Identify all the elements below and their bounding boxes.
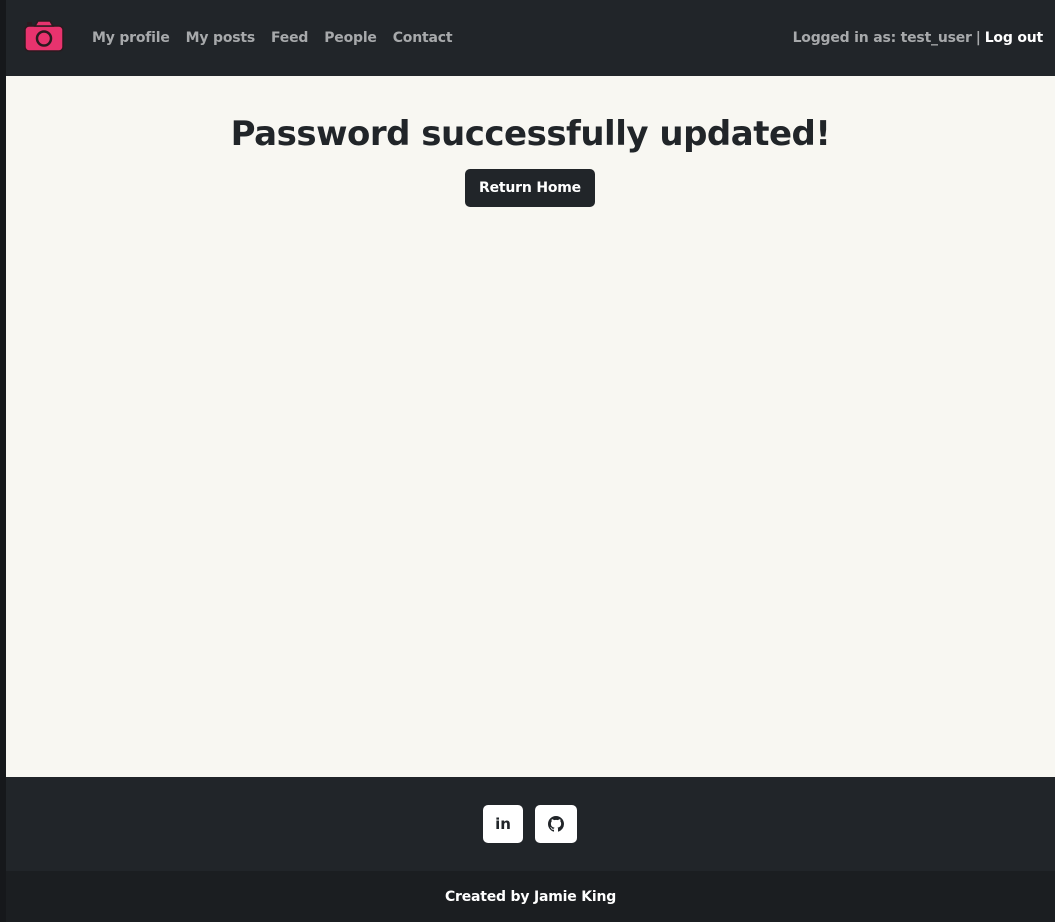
nav-contact[interactable]: Contact bbox=[393, 30, 453, 46]
nav-my-posts[interactable]: My posts bbox=[186, 30, 256, 46]
return-home-button[interactable]: Return Home bbox=[465, 169, 595, 207]
credit-text: Created by Jamie King bbox=[444, 888, 617, 905]
github-icon bbox=[548, 816, 564, 832]
main-content: Password successfully updated! Return Ho… bbox=[6, 76, 1055, 777]
camera-icon[interactable] bbox=[24, 20, 64, 52]
separator: | bbox=[975, 30, 981, 46]
logged-in-label: Logged in as: test_user bbox=[792, 30, 972, 46]
credit-bar: Created by Jamie King bbox=[6, 871, 1055, 922]
navbar: My profile My posts Feed People Contact … bbox=[6, 0, 1055, 76]
nav-my-profile[interactable]: My profile bbox=[92, 30, 170, 46]
page-title: Password successfully updated! bbox=[230, 114, 831, 154]
nav-feed[interactable]: Feed bbox=[271, 30, 308, 46]
nav-people[interactable]: People bbox=[324, 30, 377, 46]
linkedin-button[interactable]: in bbox=[483, 805, 523, 843]
page: My profile My posts Feed People Contact … bbox=[6, 0, 1055, 922]
footer: in bbox=[6, 777, 1055, 871]
linkedin-icon: in bbox=[495, 815, 511, 833]
user-status: Logged in as: test_user | Log out bbox=[792, 0, 1044, 76]
github-button[interactable] bbox=[535, 805, 577, 843]
nav-links: My profile My posts Feed People Contact bbox=[92, 0, 453, 76]
logout-link[interactable]: Log out bbox=[985, 30, 1044, 46]
